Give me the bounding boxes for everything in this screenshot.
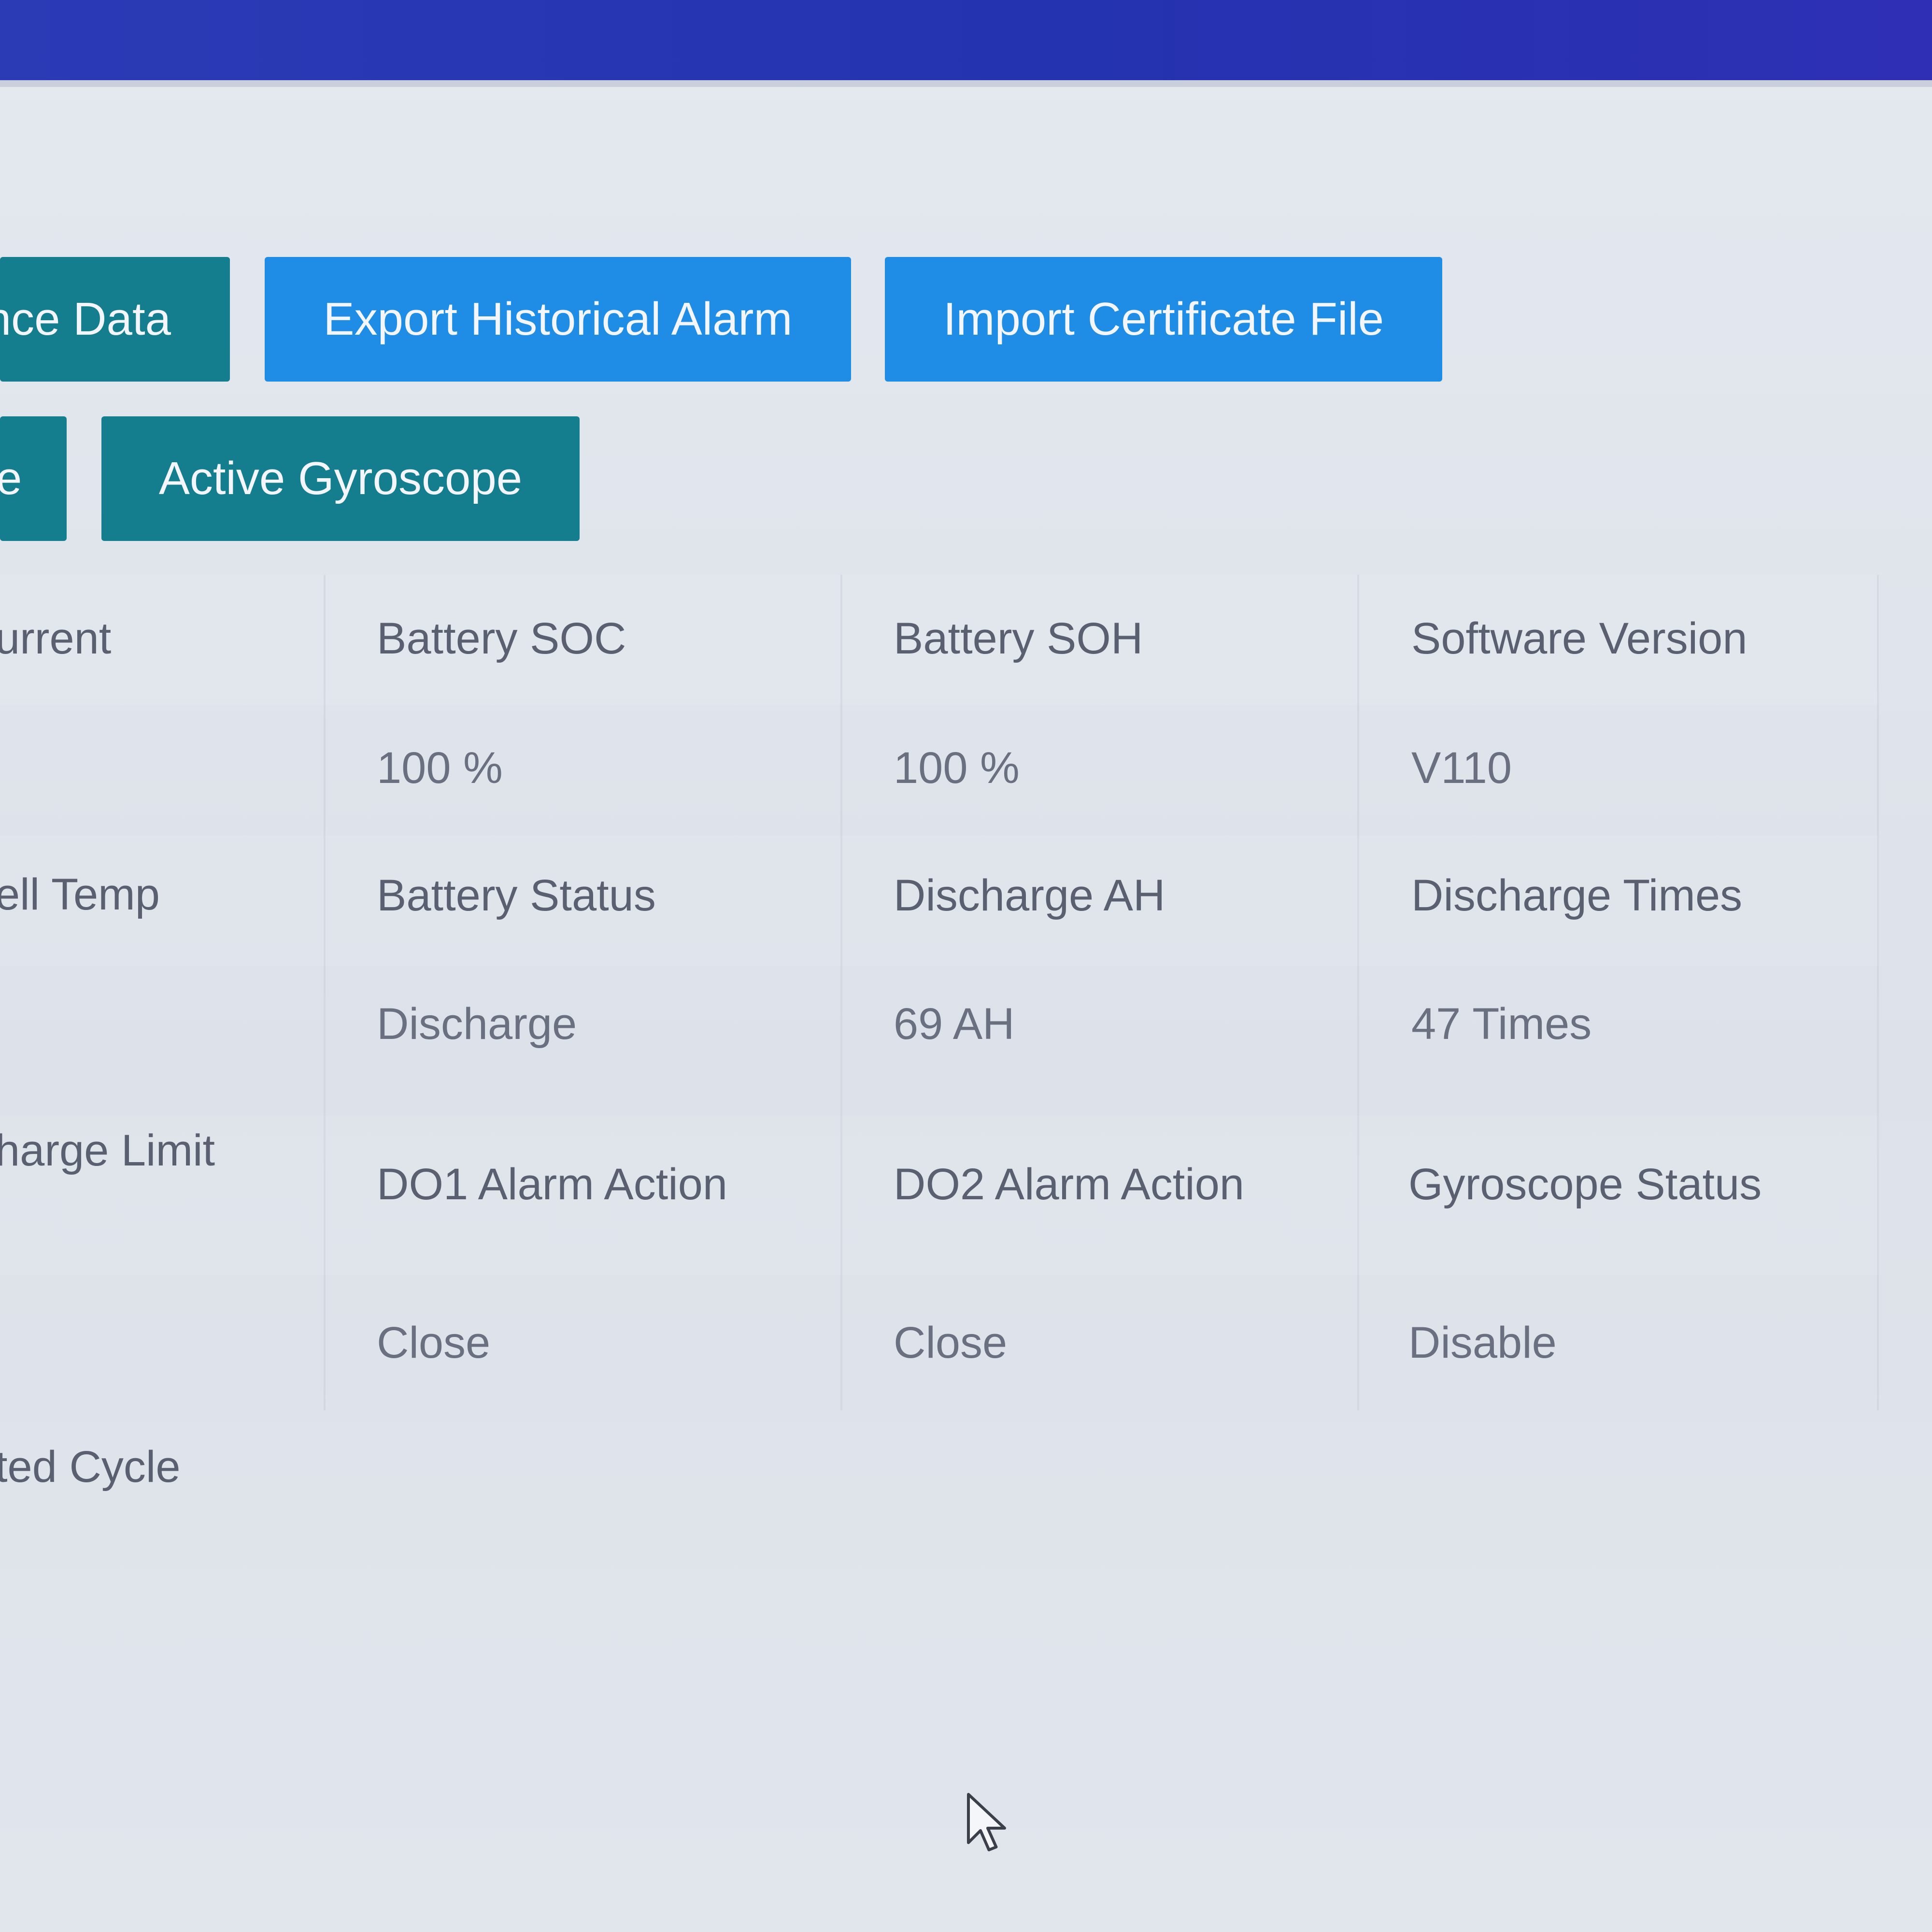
battery-soh-label: Battery SOH: [894, 614, 1143, 663]
discharge-ah-value: 69 AH: [894, 999, 1015, 1049]
current-label: urrent: [0, 614, 112, 663]
software-version-value: V110: [1411, 743, 1512, 793]
active-gyroscope-button-label: Active Gyroscope: [158, 453, 523, 504]
battery-info-table: [0, 575, 1879, 1410]
discharge-times-label: Discharge Times: [1411, 871, 1743, 920]
header-bar: [0, 0, 1932, 80]
header-divider: [0, 80, 1932, 87]
do1-alarm-action-label: DO1 Alarm Action: [377, 1160, 728, 1209]
gyroscope-status-value: Disable: [1408, 1318, 1557, 1367]
maintenance-data-button-label: nce Data: [0, 293, 171, 345]
active-gyroscope-button[interactable]: Active Gyroscope: [101, 416, 580, 541]
battery-soc-label: Battery SOC: [377, 614, 626, 663]
gyroscope-status-label: Gyroscope Status: [1408, 1160, 1762, 1209]
export-historical-alarm-button-label: Export Historical Alarm: [323, 293, 793, 345]
rated-cycle-label: ted Cycle: [0, 1442, 181, 1492]
screen: nce Data Export Historical Alarm Import …: [0, 0, 1932, 1932]
do2-alarm-action-label: DO2 Alarm Action: [894, 1160, 1245, 1209]
do2-alarm-action-value: Close: [894, 1318, 1008, 1367]
battery-soh-value: 100 %: [894, 743, 1020, 793]
do1-alarm-action-value: Close: [377, 1318, 491, 1367]
import-certificate-file-button-label: Import Certificate File: [943, 293, 1384, 345]
maintenance-data-button[interactable]: nce Data: [0, 257, 230, 382]
cell-temp-label: ell Temp: [0, 870, 160, 919]
discharge-times-value: 47 Times: [1411, 999, 1592, 1049]
partial-button[interactable]: e: [0, 416, 67, 541]
export-historical-alarm-button[interactable]: Export Historical Alarm: [265, 257, 851, 382]
mouse-pointer-icon: [967, 1793, 1006, 1851]
partial-button-label: e: [0, 453, 22, 504]
battery-status-value: Discharge: [377, 999, 577, 1049]
battery-soc-value: 100 %: [377, 743, 503, 793]
software-version-label: Software Version: [1411, 614, 1747, 663]
charge-limit-label: harge Limit: [0, 1126, 215, 1175]
discharge-ah-label: Discharge AH: [894, 871, 1165, 920]
battery-status-label: Battery Status: [377, 871, 656, 920]
import-certificate-file-button[interactable]: Import Certificate File: [885, 257, 1442, 382]
